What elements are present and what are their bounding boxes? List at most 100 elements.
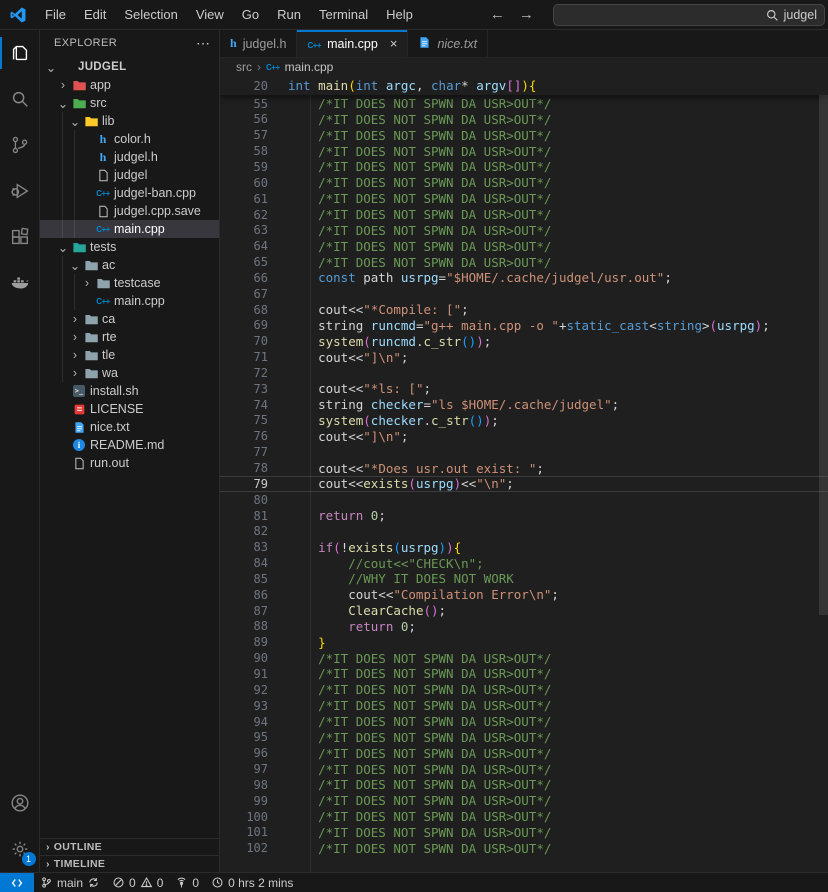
ports-status[interactable]: 0 [169, 873, 205, 892]
tree-item-judgel.cpp.save[interactable]: judgel.cpp.save [40, 202, 219, 220]
code-line-79[interactable]: 79 cout<<exists(usrpg)<<"\n"; [220, 476, 828, 492]
back-arrow-icon[interactable]: ← [490, 6, 505, 23]
command-center-search[interactable]: judgel [553, 4, 825, 26]
code-line-100[interactable]: 100 /*IT DOES NOT SPWN DA USR>OUT*/ [220, 809, 828, 825]
code-line-95[interactable]: 95 /*IT DOES NOT SPWN DA USR>OUT*/ [220, 729, 828, 745]
tree-item-ac[interactable]: ⌄ac [40, 256, 219, 274]
code-line-91[interactable]: 91 /*IT DOES NOT SPWN DA USR>OUT*/ [220, 666, 828, 682]
code-line-89[interactable]: 89 } [220, 634, 828, 650]
code-line-71[interactable]: 71 cout<<"]\n"; [220, 349, 828, 365]
code-line-84[interactable]: 84 //cout<<"CHECK\n"; [220, 555, 828, 571]
menu-terminal[interactable]: Terminal [310, 4, 377, 26]
extensions-icon[interactable] [0, 214, 40, 260]
code-line-62[interactable]: 62 /*IT DOES NOT SPWN DA USR>OUT*/ [220, 207, 828, 223]
tree-item-wa[interactable]: ›wa [40, 364, 219, 382]
code-line-81[interactable]: 81 return 0; [220, 508, 828, 524]
tree-item-judgel[interactable]: ⌄JUDGEL [40, 58, 219, 76]
settings-gear-icon[interactable]: 1 [0, 826, 40, 872]
outline-panel-header[interactable]: › OUTLINE [40, 838, 219, 855]
code-line-96[interactable]: 96 /*IT DOES NOT SPWN DA USR>OUT*/ [220, 745, 828, 761]
tree-item-install.sh[interactable]: >_install.sh [40, 382, 219, 400]
code-line-82[interactable]: 82 [220, 523, 828, 539]
code-line-69[interactable]: 69 string runcmd="g++ main.cpp -o "+stat… [220, 318, 828, 334]
code-line-60[interactable]: 60 /*IT DOES NOT SPWN DA USR>OUT*/ [220, 175, 828, 191]
tree-item-color.h[interactable]: hcolor.h [40, 130, 219, 148]
code-line-93[interactable]: 93 /*IT DOES NOT SPWN DA USR>OUT*/ [220, 698, 828, 714]
timeline-panel-header[interactable]: › TIMELINE [40, 855, 219, 872]
breadcrumb-folder[interactable]: src [236, 60, 252, 74]
time-tracker-status[interactable]: 0 hrs 2 mins [205, 873, 299, 892]
code-editor[interactable]: 53 cout << "Compiling program...\n\n";54… [220, 76, 828, 872]
menu-go[interactable]: Go [233, 4, 268, 26]
code-line-102[interactable]: 102 /*IT DOES NOT SPWN DA USR>OUT*/ [220, 840, 828, 856]
code-line-58[interactable]: 58 /*IT DOES NOT SPWN DA USR>OUT*/ [220, 143, 828, 159]
breadcrumb[interactable]: src › C++ main.cpp [220, 58, 828, 76]
problems-status[interactable]: 0 0 [106, 873, 169, 892]
tree-item-judgel[interactable]: judgel [40, 166, 219, 184]
git-branch-status[interactable]: main [34, 873, 106, 892]
code-line-77[interactable]: 77 [220, 444, 828, 460]
code-line-70[interactable]: 70 system(runcmd.c_str()); [220, 333, 828, 349]
scrollbar-slider[interactable] [819, 95, 828, 615]
tab-nice.txt[interactable]: nice.txt [408, 30, 488, 57]
tree-item-license[interactable]: LICENSE [40, 400, 219, 418]
code-line-85[interactable]: 85 //WHY IT DOES NOT WORK [220, 571, 828, 587]
tree-item-main.cpp[interactable]: C++main.cpp [40, 292, 219, 310]
tree-item-main.cpp[interactable]: C++main.cpp [40, 220, 219, 238]
breadcrumb-file[interactable]: main.cpp [285, 60, 334, 74]
tree-item-testcase[interactable]: ›testcase [40, 274, 219, 292]
menu-edit[interactable]: Edit [75, 4, 115, 26]
code-line-64[interactable]: 64 /*IT DOES NOT SPWN DA USR>OUT*/ [220, 238, 828, 254]
menu-view[interactable]: View [187, 4, 233, 26]
code-line-61[interactable]: 61 /*IT DOES NOT SPWN DA USR>OUT*/ [220, 191, 828, 207]
run-debug-icon[interactable] [0, 168, 40, 214]
code-line-67[interactable]: 67 [220, 286, 828, 302]
code-line-92[interactable]: 92 /*IT DOES NOT SPWN DA USR>OUT*/ [220, 682, 828, 698]
remote-indicator[interactable] [0, 873, 34, 892]
tree-item-run.out[interactable]: run.out [40, 454, 219, 472]
docker-icon[interactable] [0, 260, 40, 306]
tree-item-rte[interactable]: ›rte [40, 328, 219, 346]
tree-item-tests[interactable]: ⌄tests [40, 238, 219, 256]
code-line-97[interactable]: 97 /*IT DOES NOT SPWN DA USR>OUT*/ [220, 761, 828, 777]
code-line-57[interactable]: 57 /*IT DOES NOT SPWN DA USR>OUT*/ [220, 127, 828, 143]
tree-item-lib[interactable]: ⌄lib [40, 112, 219, 130]
menu-selection[interactable]: Selection [115, 4, 186, 26]
code-line-72[interactable]: 72 [220, 365, 828, 381]
search-sidebar-icon[interactable] [0, 76, 40, 122]
tab-judgel.h[interactable]: hjudgel.h [220, 30, 297, 57]
tree-item-ca[interactable]: ›ca [40, 310, 219, 328]
forward-arrow-icon[interactable]: → [519, 6, 534, 23]
code-line-66[interactable]: 66 const path usrpg="$HOME/.cache/judgel… [220, 270, 828, 286]
close-icon[interactable]: × [390, 36, 398, 51]
code-line-55[interactable]: 55 /*IT DOES NOT SPWN DA USR>OUT*/ [220, 96, 828, 112]
code-line-68[interactable]: 68 cout<<"*Compile: ["; [220, 302, 828, 318]
code-line-73[interactable]: 73 cout<<"*ls: ["; [220, 381, 828, 397]
code-line-56[interactable]: 56 /*IT DOES NOT SPWN DA USR>OUT*/ [220, 112, 828, 128]
sticky-scroll-line[interactable]: 20 int main(int argc, char* argv[]){ [220, 76, 828, 95]
code-line-83[interactable]: 83 if(!exists(usrpg)){ [220, 539, 828, 555]
code-line-99[interactable]: 99 /*IT DOES NOT SPWN DA USR>OUT*/ [220, 793, 828, 809]
code-line-59[interactable]: 59 /*IT DOES NOT SPWN DA USR>OUT*/ [220, 159, 828, 175]
menu-help[interactable]: Help [377, 4, 422, 26]
tree-item-tle[interactable]: ›tle [40, 346, 219, 364]
code-line-98[interactable]: 98 /*IT DOES NOT SPWN DA USR>OUT*/ [220, 777, 828, 793]
menu-run[interactable]: Run [268, 4, 310, 26]
code-line-80[interactable]: 80 [220, 492, 828, 508]
tree-item-nice.txt[interactable]: nice.txt [40, 418, 219, 436]
code-line-78[interactable]: 78 cout<<"*Does usr.out exist: "; [220, 460, 828, 476]
code-line-76[interactable]: 76 cout<<"]\n"; [220, 428, 828, 444]
tree-item-judgel-ban.cpp[interactable]: C++judgel-ban.cpp [40, 184, 219, 202]
tree-item-judgel.h[interactable]: hjudgel.h [40, 148, 219, 166]
explorer-icon[interactable] [0, 30, 40, 76]
source-control-icon[interactable] [0, 122, 40, 168]
code-line-87[interactable]: 87 ClearCache(); [220, 603, 828, 619]
more-actions-icon[interactable]: ⋯ [196, 35, 211, 52]
code-line-94[interactable]: 94 /*IT DOES NOT SPWN DA USR>OUT*/ [220, 714, 828, 730]
code-line-101[interactable]: 101 /*IT DOES NOT SPWN DA USR>OUT*/ [220, 825, 828, 841]
code-line-75[interactable]: 75 system(checker.c_str()); [220, 413, 828, 429]
tree-item-src[interactable]: ⌄src [40, 94, 219, 112]
tree-item-readme.md[interactable]: iREADME.md [40, 436, 219, 454]
tree-item-app[interactable]: ›app [40, 76, 219, 94]
tab-main.cpp[interactable]: C++main.cpp× [297, 30, 408, 57]
